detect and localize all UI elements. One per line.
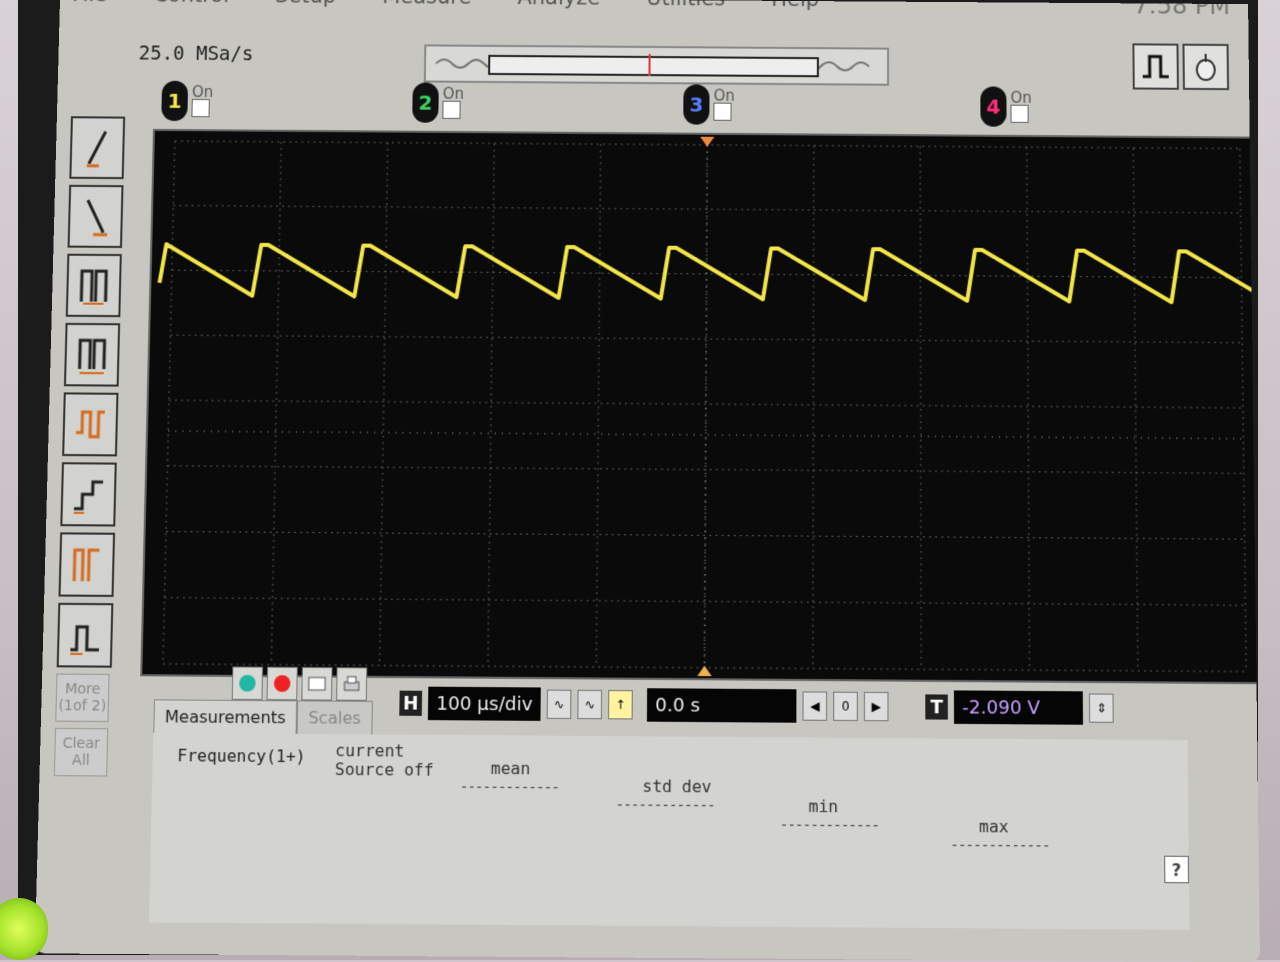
grid-vline [488,143,494,666]
zoom-out-icon[interactable]: ∿ [577,689,603,720]
grid-vline [596,144,601,667]
grid-vline [380,143,388,666]
std-dev-value: ------------- [615,796,715,815]
sample-rate: 25.0 MSa/s [138,42,254,66]
pattern-trigger-icon[interactable] [60,462,117,527]
grid-vline [920,146,921,669]
pulse-width-trigger-icon[interactable] [65,253,122,318]
quick-measure-icon[interactable] [301,666,333,701]
min-value: ------------- [779,817,879,835]
position-reference-field[interactable]: 0 [833,691,858,722]
channel-3-control[interactable]: 3 On [683,84,735,125]
channel-1-control[interactable]: 1 On [161,80,214,122]
horizontal-label: H [399,690,423,716]
position-left-arrow-icon[interactable]: ◀ [802,691,828,721]
channel-3-badge[interactable]: 3 [683,84,710,125]
waveform-display[interactable] [140,128,1261,685]
setup-hold-trigger-icon[interactable] [56,602,114,668]
channel-4-badge[interactable]: 4 [980,86,1007,127]
channel-4-on-label: On [1010,88,1032,107]
mouse-hand-icon[interactable] [1182,43,1230,91]
left-toolbar: More (1of 2) Clear All [53,116,127,777]
menu-analyze[interactable]: Analyze [517,0,600,12]
horizontal-position-field[interactable]: 0.0 s [646,688,797,723]
menu-utilities[interactable]: Utilities [646,0,725,12]
trigger-level-spinner-icon[interactable]: ⇕ [1088,693,1114,723]
channel-2-on-label: On [442,84,465,103]
max-label: max [978,816,1009,837]
measurements-panel: Frequency(1+) current Source off mean --… [148,732,1190,930]
grid-vline [271,142,281,665]
horizontal-controls: H 100 µs/div ∿ ∿ ↑ 0.0 s ◀ 0 ▶ T -2.090 … [399,686,1114,725]
horizontal-scale-field[interactable]: 100 µs/div [427,686,541,721]
grid-vline [813,146,814,669]
pulse-icon[interactable] [1132,43,1179,90]
top-right-icons [1132,43,1230,91]
max-value: ------------- [950,837,1050,855]
rising-edge-trigger-icon[interactable] [69,116,126,180]
state-trigger-icon[interactable] [58,532,116,597]
print-icon[interactable] [336,667,368,701]
menu-setup[interactable]: Setup [275,0,337,10]
scope-screen: File Control Setup Measure Analyze Utili… [34,0,1261,962]
channel-2-badge[interactable]: 2 [412,82,439,123]
source-off-label: Source off [334,759,434,780]
channel-4-checkbox[interactable] [1010,104,1029,123]
channel-3-checkbox[interactable] [713,102,732,121]
bottom-panel: H 100 µs/div ∿ ∿ ↑ 0.0 s ◀ 0 ▶ T -2.090 … [148,660,1242,941]
overview-window[interactable] [488,54,819,78]
channel-2-control[interactable]: 2 On [412,82,464,123]
run-controls [231,666,368,701]
glitch-trigger-icon[interactable] [62,392,119,457]
more-button[interactable]: More (1of 2) [55,673,110,723]
current-label: current [335,740,405,761]
grid-vline [163,141,175,664]
stop-button[interactable] [266,666,298,701]
min-label: min [808,796,839,817]
channel-1-on-label: On [191,82,214,102]
graticule-svg [142,136,1260,677]
menu-help[interactable]: Help [771,0,819,13]
waveform-overview[interactable] [423,44,890,86]
menu-file[interactable]: File [72,0,108,8]
tab-measurements[interactable]: Measurements [153,699,298,735]
bottom-tabs: Measurements Scales [153,699,373,736]
tab-scales[interactable]: Scales [296,700,373,736]
clock: 7:58 PM [1133,0,1231,21]
pulse-width-alt-trigger-icon[interactable] [63,322,121,387]
grid-vline [1133,148,1138,671]
measurement-name[interactable]: Frequency(1+) [177,746,306,767]
trigger-label: T [925,694,948,720]
trigger-level-field[interactable]: -2.090 V [953,690,1084,725]
run-button[interactable] [231,666,264,701]
zoom-in-icon[interactable]: ∿ [546,689,572,720]
menu-control[interactable]: Control [153,0,229,9]
menu-bar: File Control Setup Measure Analyze Utili… [60,0,1260,16]
channel-1-checkbox[interactable] [191,98,210,118]
horizontal-reference-icon[interactable]: ↑ [608,690,633,720]
clear-all-button[interactable]: Clear All [53,727,109,777]
std-dev-label: std dev [642,776,712,797]
channel-1-trace [159,244,1260,303]
channel-1-badge[interactable]: 1 [161,80,189,122]
trigger-time-marker[interactable] [700,136,715,147]
position-right-arrow-icon[interactable]: ▶ [863,691,889,722]
mean-label: mean [490,758,531,779]
overview-trigger-marker [648,53,651,77]
channel-2-checkbox[interactable] [442,100,461,119]
grid-vline [1240,149,1246,672]
help-button[interactable]: ? [1164,855,1190,884]
grid-vline [1027,147,1030,670]
channel-3-on-label: On [713,86,735,105]
screen-frame: File Control Setup Measure Analyze Utili… [18,0,1261,962]
channel-4-control[interactable]: 4 On [980,86,1032,127]
mean-value: ------------- [459,779,559,797]
center-vertical-axis [705,145,708,668]
falling-edge-trigger-icon[interactable] [67,184,124,248]
menu-measure[interactable]: Measure [382,0,472,11]
